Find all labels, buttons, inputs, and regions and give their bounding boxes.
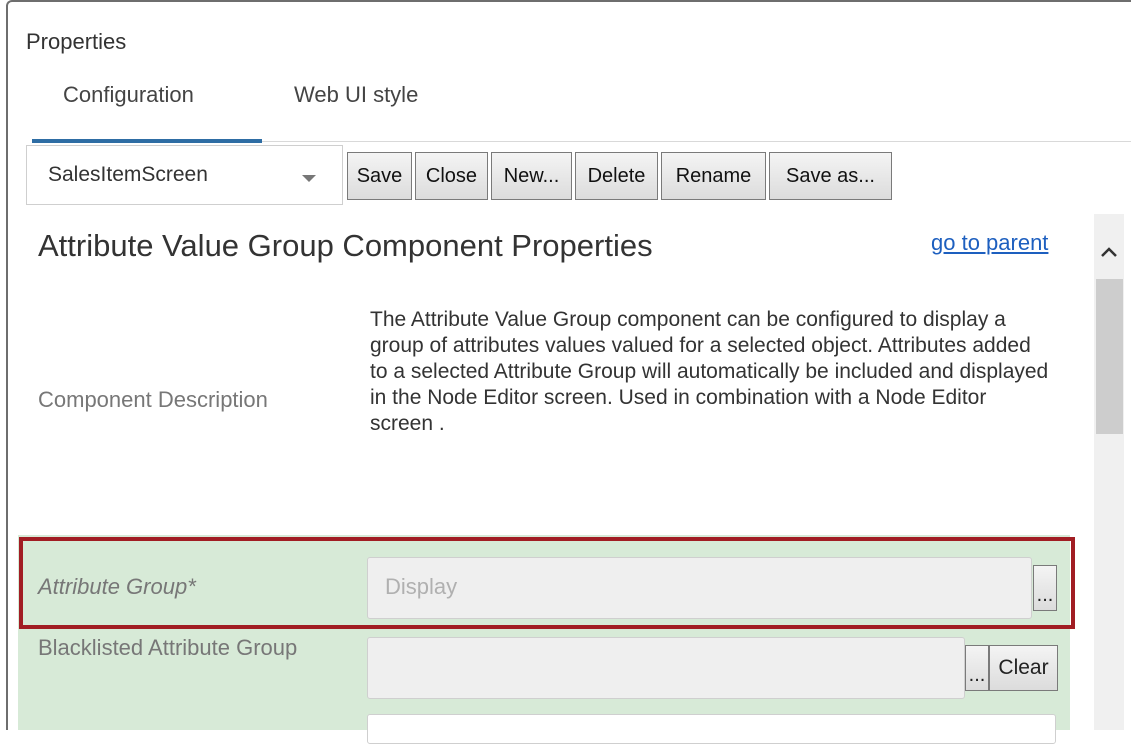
- attribute-group-label: Attribute Group*: [38, 574, 196, 599]
- tabs-divider: [262, 141, 1131, 142]
- screen-select-dropdown[interactable]: SalesItemScreen: [26, 145, 343, 205]
- chevron-down-icon: [302, 175, 316, 182]
- panel-title: Properties: [26, 29, 127, 54]
- rename-button[interactable]: Rename: [661, 152, 766, 200]
- save-button[interactable]: Save: [347, 152, 412, 200]
- delete-button[interactable]: Delete: [575, 152, 658, 200]
- attribute-group-placeholder: Display: [385, 574, 458, 599]
- new-button[interactable]: New...: [491, 152, 572, 200]
- chevron-up-icon[interactable]: [1100, 246, 1118, 258]
- component-description-label: Component Description: [38, 387, 268, 412]
- component-heading: Attribute Value Group Component Properti…: [38, 228, 653, 263]
- close-button[interactable]: Close: [415, 152, 488, 200]
- attribute-group-input[interactable]: Display: [367, 557, 1032, 619]
- tab-web-ui-style[interactable]: Web UI style: [294, 82, 418, 108]
- blacklisted-browse-button[interactable]: ...: [965, 645, 989, 691]
- tab-configuration[interactable]: Configuration: [63, 82, 194, 108]
- attribute-group-browse-button[interactable]: ...: [1033, 565, 1057, 611]
- save-as-button[interactable]: Save as...: [769, 152, 892, 200]
- go-to-parent-link[interactable]: go to parent: [931, 230, 1048, 256]
- blacklisted-attribute-group-input[interactable]: [367, 637, 965, 699]
- active-tab-indicator: [32, 139, 262, 143]
- scrollbar-thumb[interactable]: [1096, 279, 1123, 434]
- blacklisted-clear-button[interactable]: Clear: [989, 645, 1058, 691]
- blacklisted-attribute-group-label: Blacklisted Attribute Group: [38, 635, 298, 660]
- component-description-text: The Attribute Value Group component can …: [370, 308, 1049, 435]
- screen-select-value: SalesItemScreen: [48, 163, 208, 186]
- next-field-input[interactable]: [367, 714, 1056, 744]
